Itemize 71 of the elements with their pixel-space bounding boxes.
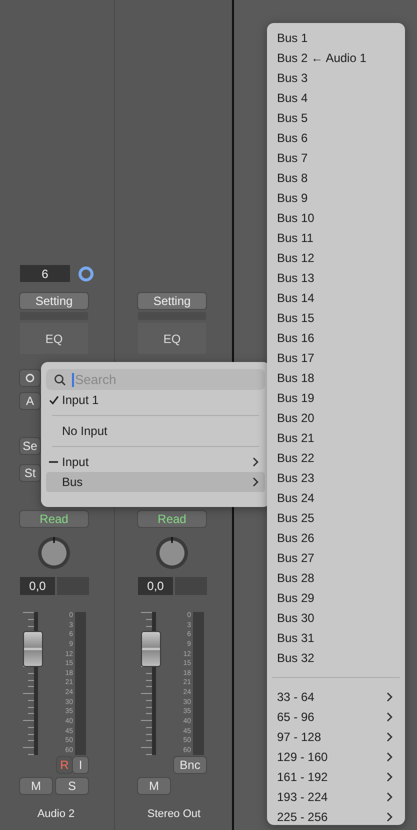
text-cursor bbox=[72, 373, 74, 387]
menu-item[interactable]: Bus 8 bbox=[267, 168, 405, 188]
strip-button[interactable]: Se bbox=[20, 438, 40, 454]
menu-item[interactable]: Bus 26 bbox=[267, 528, 405, 548]
menu-item[interactable]: 193 - 224 bbox=[267, 787, 405, 807]
circle-button[interactable] bbox=[20, 370, 40, 386]
menu-item[interactable]: Bus 23 bbox=[267, 468, 405, 488]
volume-field[interactable]: 0,0 bbox=[20, 577, 55, 595]
menu-item[interactable]: Bus 22 bbox=[267, 448, 405, 468]
menu-item[interactable]: Bus 32 bbox=[267, 648, 405, 668]
volume-field[interactable]: 0,0 bbox=[138, 577, 173, 595]
strip-button[interactable]: I bbox=[73, 757, 88, 773]
strip-button[interactable]: M bbox=[138, 778, 170, 794]
strip-button[interactable]: S bbox=[56, 778, 88, 794]
menu-item[interactable]: Bus 11 bbox=[267, 228, 405, 248]
eq-button[interactable]: EQ bbox=[138, 323, 206, 354]
circle-icon bbox=[25, 373, 35, 383]
menu-item[interactable]: Bus 21 bbox=[267, 428, 405, 448]
menu-item[interactable]: No Input bbox=[46, 421, 265, 441]
fader-handle[interactable] bbox=[142, 632, 160, 666]
menu-item[interactable]: 161 - 192 bbox=[267, 767, 405, 787]
menu-item[interactable]: Bus 13 bbox=[267, 268, 405, 288]
pan-knob[interactable] bbox=[154, 535, 190, 571]
strip-button[interactable]: Bnc bbox=[174, 757, 206, 773]
menu-item[interactable]: Bus 1 bbox=[267, 28, 405, 48]
channel-name: Audio 2 bbox=[36, 808, 76, 820]
menu-item[interactable]: 33 - 64 bbox=[267, 687, 405, 707]
menu-item[interactable]: Bus bbox=[46, 472, 265, 492]
menu-item[interactable]: Input 1 bbox=[46, 390, 265, 410]
volume-fader[interactable] bbox=[138, 612, 162, 755]
menu-item[interactable]: Bus 20 bbox=[267, 408, 405, 428]
volume-fader[interactable] bbox=[20, 612, 44, 755]
menu-item[interactable]: Bus 28 bbox=[267, 568, 405, 588]
strip-button[interactable]: M bbox=[20, 778, 52, 794]
strip-button[interactable]: St bbox=[20, 465, 40, 481]
menu-item[interactable]: Bus 6 bbox=[267, 128, 405, 148]
menu-item[interactable]: Bus 4 bbox=[267, 88, 405, 108]
menu-item[interactable]: Bus 10 bbox=[267, 208, 405, 228]
strip-button[interactable]: A bbox=[20, 393, 40, 409]
menu-item[interactable]: Bus 29 bbox=[267, 588, 405, 608]
ring-icon bbox=[78, 266, 94, 282]
menu-item[interactable]: Bus 30 bbox=[267, 608, 405, 628]
input-field[interactable]: 6 bbox=[20, 265, 70, 282]
menu-item[interactable]: Bus 27 bbox=[267, 548, 405, 568]
menu-item[interactable]: Input bbox=[46, 452, 265, 472]
setting-button[interactable]: Setting bbox=[138, 293, 206, 309]
menu-item[interactable]: Bus 3 bbox=[267, 68, 405, 88]
menu-item[interactable]: 225 - 256 bbox=[267, 807, 405, 827]
pan-knob[interactable] bbox=[36, 535, 72, 571]
menu-item[interactable]: Bus 15 bbox=[267, 308, 405, 328]
menu-item[interactable]: Bus 14 bbox=[267, 288, 405, 308]
menu-item[interactable]: Bus 2 ← Audio 1 bbox=[267, 48, 405, 68]
setting-button[interactable]: Setting bbox=[20, 293, 88, 309]
channel-name: Stereo Out bbox=[146, 808, 202, 820]
menu-item[interactable]: 97 - 128 bbox=[267, 727, 405, 747]
menu-item[interactable]: 65 - 96 bbox=[267, 707, 405, 727]
menu-item[interactable]: Bus 25 bbox=[267, 508, 405, 528]
menu-item[interactable]: 129 - 160 bbox=[267, 747, 405, 767]
menu-item[interactable]: Bus 9 bbox=[267, 188, 405, 208]
menu-item[interactable]: Bus 5 bbox=[267, 108, 405, 128]
menu-item[interactable]: Bus 24 bbox=[267, 488, 405, 508]
menu-item[interactable]: Bus 18 bbox=[267, 368, 405, 388]
menu-item[interactable]: Bus 19 bbox=[267, 388, 405, 408]
menu-item[interactable]: Bus 17 bbox=[267, 348, 405, 368]
menu-item[interactable]: Bus 31 bbox=[267, 628, 405, 648]
menu-item[interactable]: Bus 16 bbox=[267, 328, 405, 348]
fader-handle[interactable] bbox=[24, 632, 42, 666]
search-icon bbox=[54, 374, 66, 386]
menu-item[interactable]: Bus 7 bbox=[267, 148, 405, 168]
eq-button[interactable]: EQ bbox=[20, 323, 88, 354]
menu-item[interactable]: Bus 12 bbox=[267, 248, 405, 268]
